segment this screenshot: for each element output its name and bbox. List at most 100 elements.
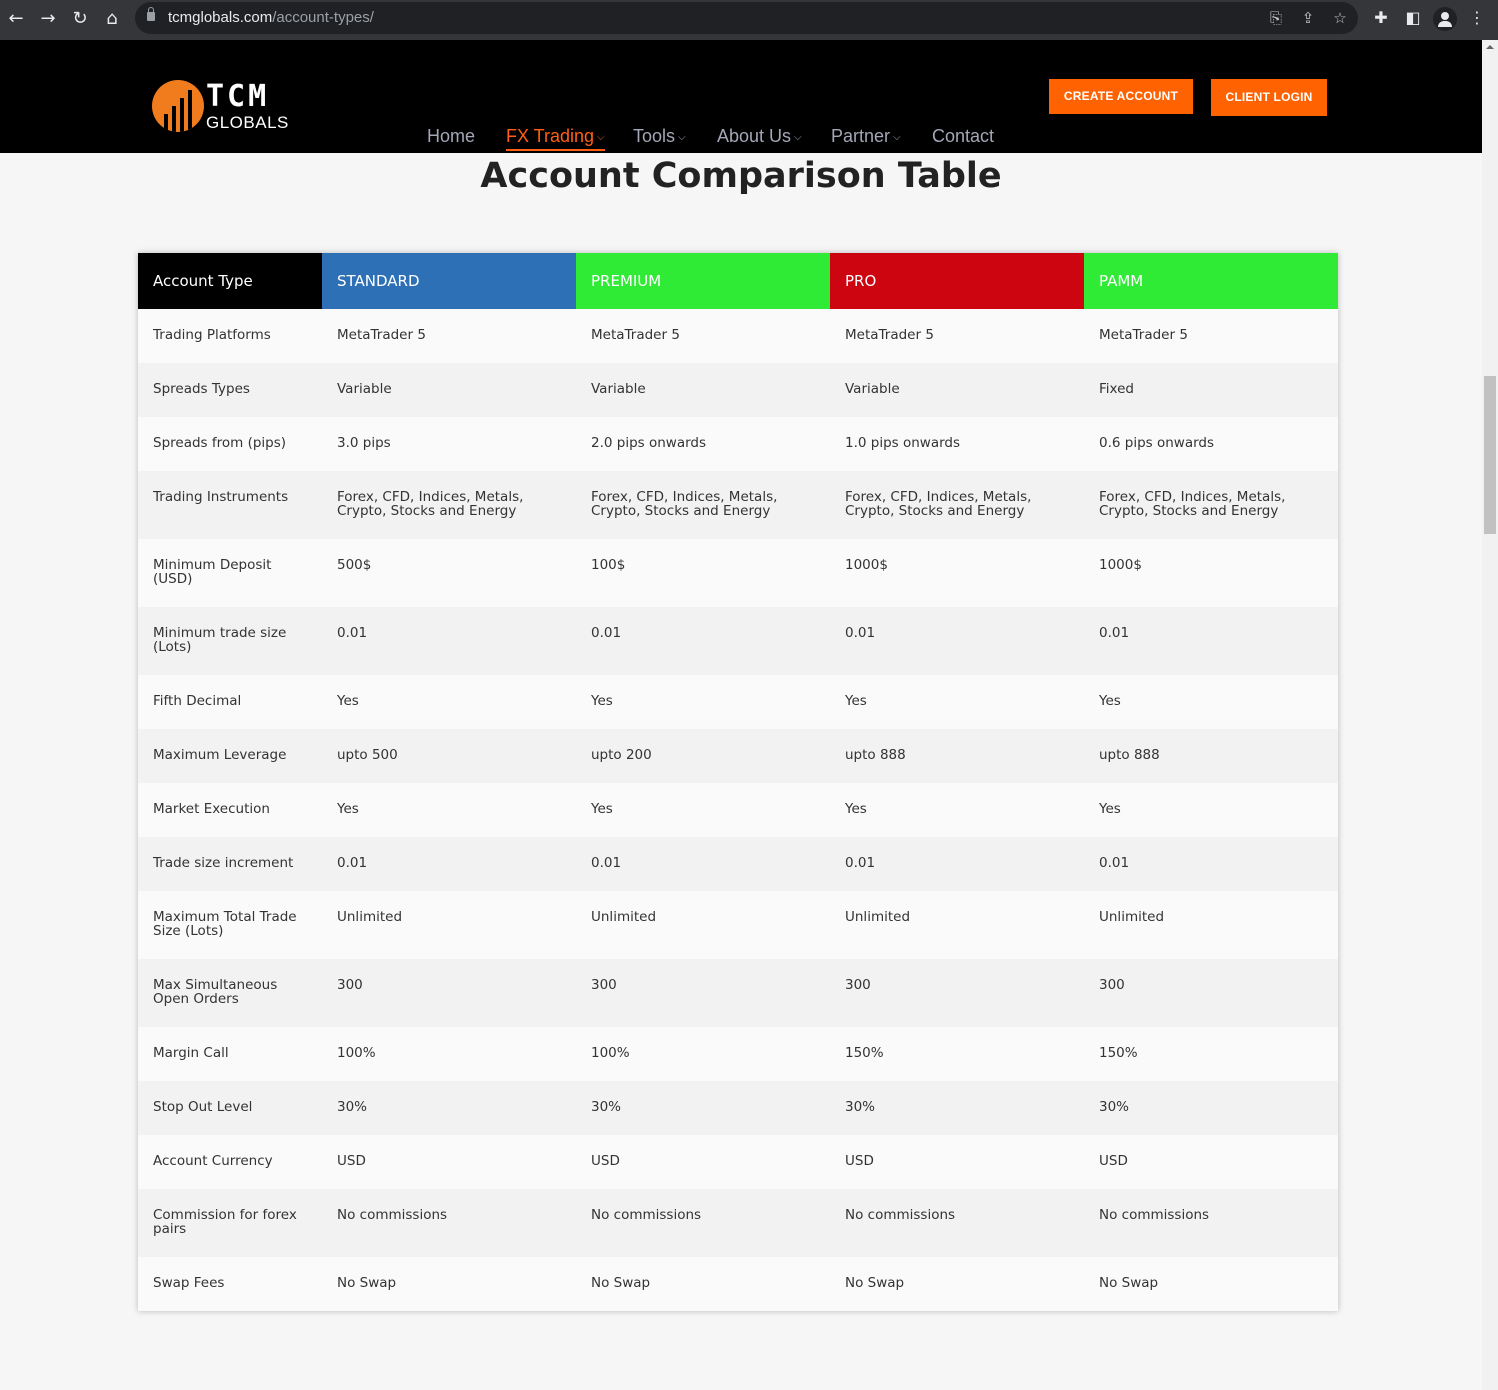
cell-premium: No commissions — [576, 1189, 830, 1257]
site-header: TCM GLOBALS Home FX Trading ⌵ Tools ⌵ Abou… — [0, 40, 1482, 153]
cell-pamm: 300 — [1084, 959, 1338, 1027]
translate-icon[interactable]: ⎘ — [1266, 8, 1286, 28]
cell-pamm: Yes — [1084, 783, 1338, 837]
nav-label: FX Trading — [506, 126, 595, 146]
cell-pro: Yes — [830, 783, 1084, 837]
cell-standard: 300 — [322, 959, 576, 1027]
table-row: Max Simultaneous Open Orders 300 300 300 300 — [138, 959, 1338, 1027]
cell-pamm: Fixed — [1084, 363, 1338, 417]
row-label: Trading Instruments — [138, 471, 322, 539]
row-label: Trading Platforms — [138, 309, 322, 363]
row-label: Margin Call — [138, 1027, 322, 1081]
account-comparison-table: Account Type STANDARD PREMIUM PRO PAMM Tradi… — [138, 253, 1338, 1311]
cell-pamm: Forex, CFD, Indices, Metals, Crypto, Sto… — [1084, 471, 1338, 539]
cell-pamm: 0.01 — [1084, 607, 1338, 675]
client-login-button[interactable]: CLIENT LOGIN — [1211, 79, 1327, 116]
cell-standard: MetaTrader 5 — [322, 309, 576, 363]
cell-standard: 0.01 — [322, 837, 576, 891]
cell-standard: No commissions — [322, 1189, 576, 1257]
cell-standard: Unlimited — [322, 891, 576, 959]
forward-icon[interactable]: → — [36, 7, 60, 31]
cell-standard: 500$ — [322, 539, 576, 607]
extensions-icon[interactable]: ✚ — [1370, 7, 1392, 29]
cell-premium: No Swap — [576, 1257, 830, 1311]
menu-icon[interactable]: ⋮ — [1466, 7, 1488, 29]
table-row: Maximum Leverage upto 500 upto 200 upto 888… — [138, 729, 1338, 783]
lock-icon[interactable] — [147, 7, 155, 21]
cell-pro: 150% — [830, 1027, 1084, 1081]
url-text[interactable]: tcmglobals.com/account-types/ — [168, 9, 374, 26]
cell-premium: MetaTrader 5 — [576, 309, 830, 363]
logo-globe-icon — [152, 80, 204, 132]
cell-pro: Variable — [830, 363, 1084, 417]
cell-pamm: 0.01 — [1084, 837, 1338, 891]
profile-icon[interactable] — [1433, 7, 1457, 31]
row-label: Market Execution — [138, 783, 322, 837]
cell-standard: upto 500 — [322, 729, 576, 783]
cell-standard: 0.01 — [322, 607, 576, 675]
cell-premium: Yes — [576, 675, 830, 729]
logo-subtitle: GLOBALS — [206, 113, 289, 132]
cell-premium: upto 200 — [576, 729, 830, 783]
row-label: Trade size increment — [138, 837, 322, 891]
table-row: Margin Call 100% 100% 150% 150% — [138, 1027, 1338, 1081]
row-label: Maximum Total Trade Size (Lots) — [138, 891, 322, 959]
table-row: Trading Platforms MetaTrader 5 MetaTrader … — [138, 309, 1338, 363]
back-icon[interactable]: ← — [4, 7, 28, 31]
nav-home[interactable]: Home — [427, 125, 475, 151]
table-row: Commission for forex pairs No commissions… — [138, 1189, 1338, 1257]
row-label: Max Simultaneous Open Orders — [138, 959, 322, 1027]
cell-pamm: 0.6 pips onwards — [1084, 417, 1338, 471]
nav-contact[interactable]: Contact — [932, 125, 994, 151]
row-label: Maximum Leverage — [138, 729, 322, 783]
cell-pro: 30% — [830, 1081, 1084, 1135]
row-label: Fifth Decimal — [138, 675, 322, 729]
cell-standard: 3.0 pips — [322, 417, 576, 471]
nav-partner[interactable]: Partner ⌵ — [831, 125, 901, 151]
cell-pro: Forex, CFD, Indices, Metals, Crypto, Sto… — [830, 471, 1084, 539]
nav-fx-trading[interactable]: FX Trading ⌵ — [506, 125, 605, 151]
cell-premium: Forex, CFD, Indices, Metals, Crypto, Sto… — [576, 471, 830, 539]
cell-pro: upto 888 — [830, 729, 1084, 783]
cell-pamm: USD — [1084, 1135, 1338, 1189]
cell-pro: No commissions — [830, 1189, 1084, 1257]
cell-premium: 0.01 — [576, 837, 830, 891]
header-standard: STANDARD — [322, 253, 576, 309]
header-premium: PREMIUM — [576, 253, 830, 309]
logo-wordmark: TCM — [206, 79, 270, 114]
table-row: Trading Instruments Forex, CFD, Indices, … — [138, 471, 1338, 539]
side-panel-icon[interactable]: ◧ — [1402, 7, 1424, 29]
create-account-button[interactable]: CREATE ACCOUNT — [1049, 79, 1193, 114]
row-label: Account Currency — [138, 1135, 322, 1189]
chevron-down-icon: ⌵ — [597, 132, 605, 143]
table-header-row: Account Type STANDARD PREMIUM PRO PAMM — [138, 253, 1338, 309]
cell-pro: USD — [830, 1135, 1084, 1189]
cell-pro: Yes — [830, 675, 1084, 729]
nav-label: Partner — [831, 126, 891, 146]
reload-icon[interactable]: ↻ — [68, 7, 92, 31]
cell-pro: MetaTrader 5 — [830, 309, 1084, 363]
nav-tools[interactable]: Tools ⌵ — [633, 125, 686, 151]
table-row: Fifth Decimal Yes Yes Yes Yes — [138, 675, 1338, 729]
cell-premium: 100$ — [576, 539, 830, 607]
row-label: Minimum trade size (Lots) — [138, 607, 322, 675]
cell-pamm: No Swap — [1084, 1257, 1338, 1311]
url-path: /account-types/ — [272, 9, 374, 26]
row-label: Swap Fees — [138, 1257, 322, 1311]
home-icon[interactable]: ⌂ — [100, 7, 124, 31]
url-host: tcmglobals.com — [168, 9, 273, 26]
address-bar[interactable]: tcmglobals.com/account-types/ ⎘ ⇪ ☆ — [135, 2, 1358, 34]
bookmark-star-icon[interactable]: ☆ — [1330, 8, 1350, 28]
scroll-up-arrow-icon[interactable] — [1486, 45, 1494, 49]
page-scrollbar[interactable] — [1482, 40, 1498, 1390]
nav-about-us[interactable]: About Us ⌵ — [717, 125, 802, 151]
share-icon[interactable]: ⇪ — [1298, 8, 1318, 28]
table-row: Maximum Total Trade Size (Lots) Unlimited… — [138, 891, 1338, 959]
table-row: Market Execution Yes Yes Yes Yes — [138, 783, 1338, 837]
row-label: Spreads from (pips) — [138, 417, 322, 471]
chevron-down-icon: ⌵ — [893, 132, 901, 143]
scrollbar-thumb[interactable] — [1484, 376, 1496, 534]
cell-standard: Yes — [322, 783, 576, 837]
row-label: Spreads Types — [138, 363, 322, 417]
logo[interactable]: TCM GLOBALS — [152, 80, 292, 136]
